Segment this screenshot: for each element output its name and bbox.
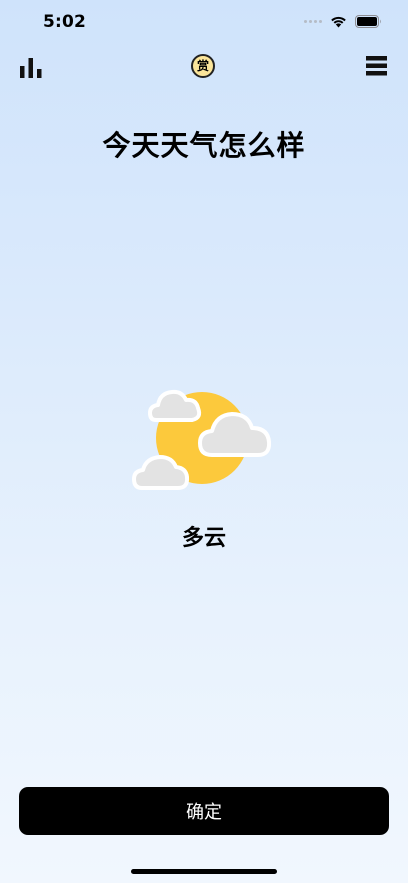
home-indicator [131,869,277,874]
wifi-icon [331,16,346,27]
menu-button[interactable] [366,56,387,76]
status-time: 5:02 [43,12,87,32]
weather-illustration [130,380,280,495]
partly-cloudy-icon [132,389,272,490]
reward-badge-button[interactable]: 赏 [191,54,215,78]
weather-label: 多云 [181,526,226,551]
page-title: 今天天气怎么样 [102,129,306,162]
top-bar: 赏 [0,52,408,82]
cellular-dots-icon [304,20,322,23]
stats-button[interactable] [19,55,43,79]
status-icons [304,15,382,28]
menu-icon [366,56,387,76]
bar-chart-icon [20,58,42,78]
battery-icon [355,15,381,28]
confirm-button[interactable]: 确定 [19,787,389,835]
status-bar: 5:02 [0,0,408,46]
